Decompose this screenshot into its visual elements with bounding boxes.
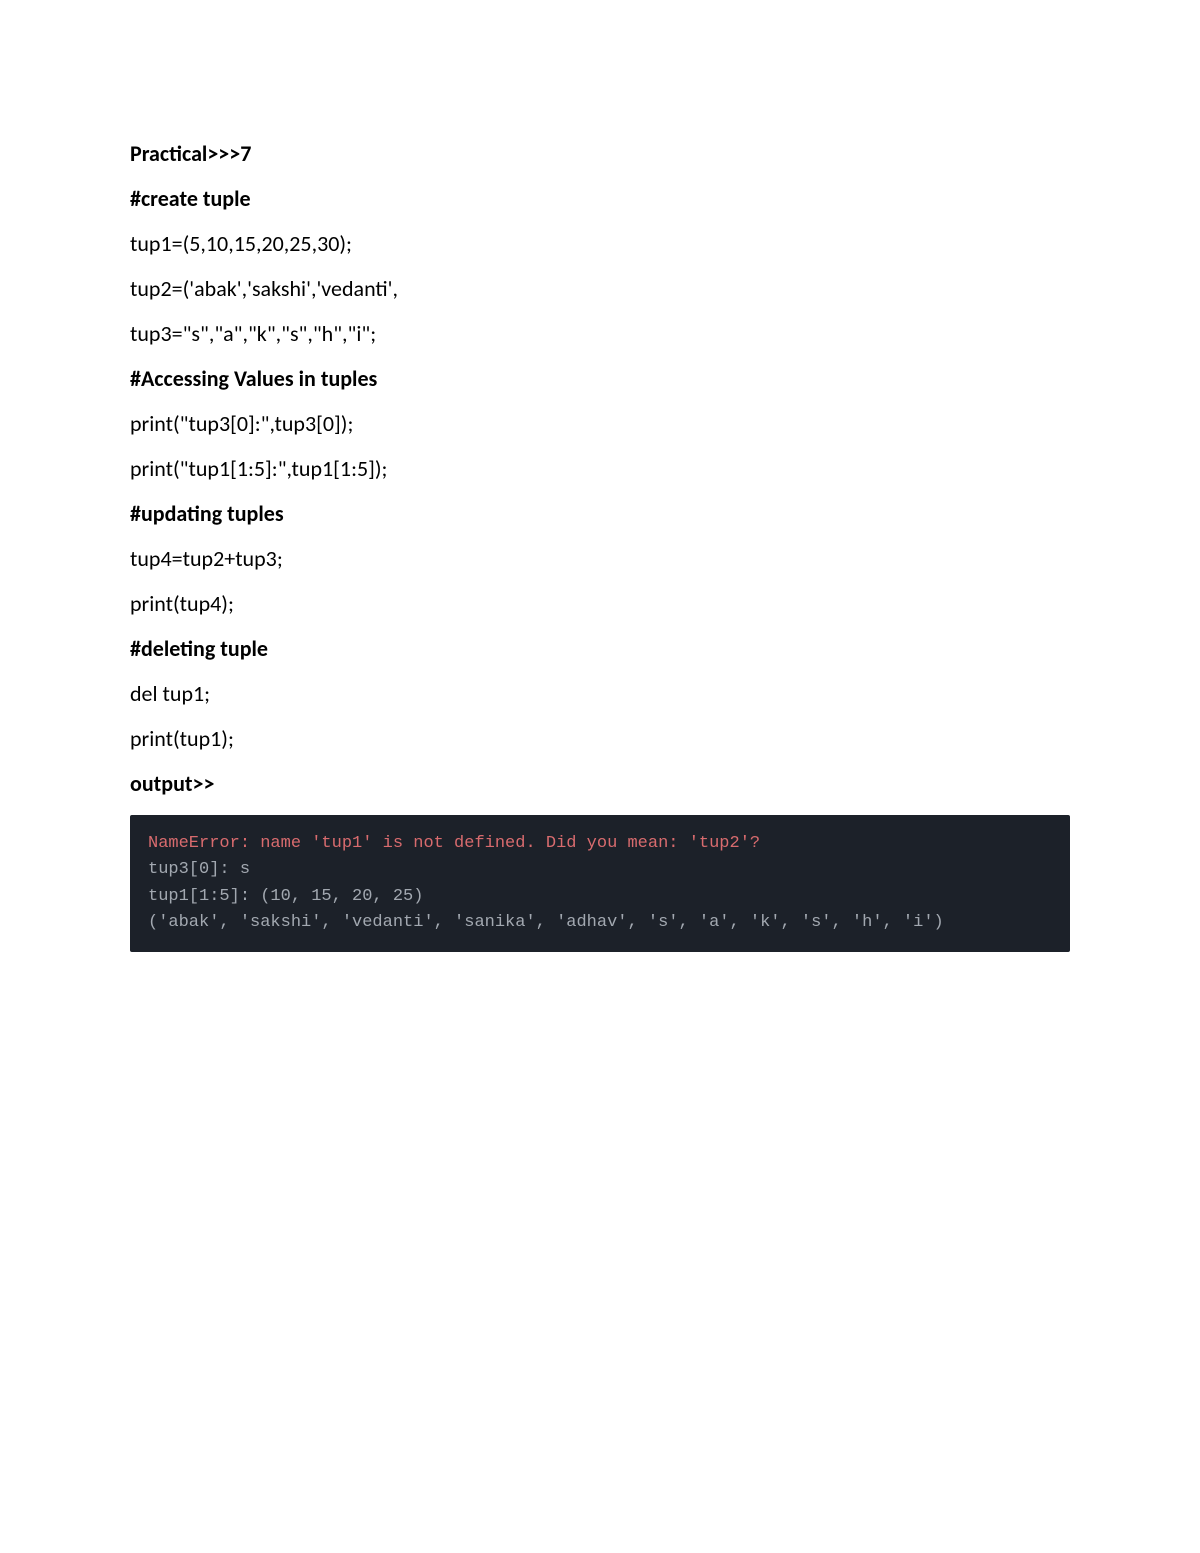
code-line: del tup1; bbox=[130, 680, 1070, 707]
section-heading: #create tuple bbox=[130, 185, 1070, 212]
section-heading: #updating tuples bbox=[130, 500, 1070, 527]
code-line: print("tup3[0]:",tup3[0]); bbox=[130, 410, 1070, 437]
console-line: ('abak', 'sakshi', 'vedanti', 'sanika', … bbox=[148, 910, 1052, 936]
code-line: tup2=('abak','sakshi','vedanti', bbox=[130, 275, 1070, 302]
code-line: tup4=tup2+tup3; bbox=[130, 545, 1070, 572]
code-line: print(tup1); bbox=[130, 725, 1070, 752]
code-lines: #create tuple tup1=(5,10,15,20,25,30); tup… bbox=[130, 185, 1070, 752]
code-line: print("tup1[1:5]:",tup1[1:5]); bbox=[130, 455, 1070, 482]
console-output: NameError: name 'tup1' is not defined. D… bbox=[130, 815, 1070, 952]
practical-title: Practical>>>7 bbox=[130, 140, 1070, 167]
console-line: tup3[0]: s bbox=[148, 857, 1052, 883]
code-line: tup1=(5,10,15,20,25,30); bbox=[130, 230, 1070, 257]
document-page: Practical>>>7 #create tuple tup1=(5,10,15… bbox=[0, 0, 1200, 1052]
output-heading: output>> bbox=[130, 770, 1070, 797]
section-heading: #deleting tuple bbox=[130, 635, 1070, 662]
code-line: print(tup4); bbox=[130, 590, 1070, 617]
code-line: tup3="s","a","k","s","h","i"; bbox=[130, 320, 1070, 347]
section-heading: #Accessing Values in tuples bbox=[130, 365, 1070, 392]
console-line: tup1[1:5]: (10, 15, 20, 25) bbox=[148, 884, 1052, 910]
console-error-line: NameError: name 'tup1' is not defined. D… bbox=[148, 831, 1052, 857]
